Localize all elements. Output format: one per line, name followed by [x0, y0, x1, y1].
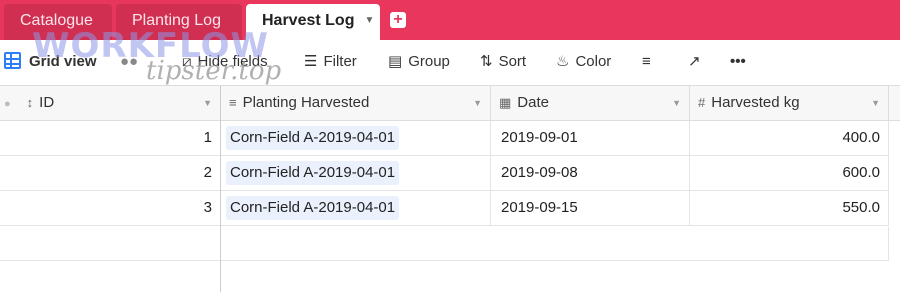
sort-icon: ⇅: [480, 53, 493, 70]
column-header-date[interactable]: ▦ Date ▼: [491, 86, 690, 121]
cell-harvested-kg[interactable]: 550.0: [690, 191, 889, 226]
column-title: ID: [39, 94, 55, 111]
frozen-column-divider: [220, 86, 221, 292]
view-toolbar: Grid view ●● ⧄ Hide fields ☰ Filter ▤ Group…: [0, 40, 900, 86]
cell-date[interactable]: 2019-09-08: [491, 156, 690, 191]
calendar-icon: ▦: [499, 95, 512, 110]
linked-record-chip[interactable]: Corn-Field A-2019-04-01: [226, 126, 400, 150]
filter-label: Filter: [323, 53, 357, 70]
add-field-button[interactable]: [889, 86, 900, 121]
cell-date[interactable]: 2019-09-01: [491, 121, 690, 156]
more-options-button[interactable]: •••: [730, 40, 746, 84]
cell-planting-harvested[interactable]: Corn-Field A-2019-04-01: [221, 156, 491, 191]
cell-id[interactable]: 3: [0, 191, 221, 226]
filter-icon: ☰: [304, 53, 318, 70]
hide-fields-icon: ⧄: [182, 53, 192, 70]
chevron-down-icon[interactable]: ▼: [871, 86, 880, 120]
chevron-down-icon[interactable]: ▼: [672, 86, 681, 120]
grid-view-button[interactable]: Grid view: [4, 40, 97, 84]
chevron-down-icon[interactable]: ▼: [364, 15, 374, 26]
cell-harvested-kg[interactable]: 600.0: [690, 156, 889, 191]
cell-planting-harvested[interactable]: Corn-Field A-2019-04-01: [221, 121, 491, 156]
hide-fields-button[interactable]: ⧄ Hide fields: [182, 40, 268, 84]
sort-button[interactable]: ⇅ Sort: [480, 40, 526, 84]
tab-catalogue[interactable]: Catalogue: [4, 4, 112, 40]
row-height-button[interactable]: ≡: [642, 40, 657, 84]
grid-view-label: Grid view: [29, 53, 97, 70]
tab-bar: Catalogue Planting Log Harvest Log ▼ +: [0, 0, 900, 40]
column-title: Planting Harvested: [242, 94, 370, 111]
paint-bucket-icon: ♨: [556, 53, 570, 70]
color-button[interactable]: ♨ Color: [556, 40, 611, 84]
linked-record-chip[interactable]: Corn-Field A-2019-04-01: [226, 161, 400, 185]
group-label: Group: [408, 53, 450, 70]
column-title: Harvested kg: [711, 94, 800, 111]
chevron-down-icon[interactable]: ▼: [473, 86, 482, 120]
cell-date[interactable]: 2019-09-15: [491, 191, 690, 226]
add-row-area[interactable]: [221, 227, 889, 261]
collaborators-icon[interactable]: ●●: [120, 40, 138, 84]
column-header-harvested-kg[interactable]: # Harvested kg ▼: [690, 86, 889, 121]
sort-label: Sort: [498, 53, 527, 70]
linked-record-chip[interactable]: Corn-Field A-2019-04-01: [226, 196, 400, 220]
grid-view-icon: [4, 52, 21, 69]
column-title: Date: [517, 94, 549, 111]
add-row-area[interactable]: [0, 227, 221, 261]
cell-harvested-kg[interactable]: 400.0: [690, 121, 889, 156]
cell-id[interactable]: 2: [0, 156, 221, 191]
tab-label: Planting Log: [132, 12, 221, 29]
column-header-id[interactable]: ● ↕ ID ▼: [0, 86, 221, 121]
group-button[interactable]: ▤ Group: [388, 40, 450, 84]
data-grid: ● ↕ ID ▼ ≡ Planting Harvested ▼ ▦ Date ▼ # Harve…: [0, 86, 900, 292]
linked-record-icon: ≡: [229, 95, 237, 110]
more-icon: •••: [730, 53, 746, 70]
tab-planting-log[interactable]: Planting Log: [116, 4, 242, 40]
number-icon: #: [698, 95, 706, 110]
external-link-icon: ↗: [688, 53, 701, 70]
share-view-button[interactable]: ↗: [688, 40, 707, 84]
group-icon: ▤: [388, 53, 403, 70]
row-height-icon: ≡: [642, 53, 651, 70]
filter-button[interactable]: ☰ Filter: [304, 40, 357, 84]
color-label: Color: [575, 53, 612, 70]
chevron-down-icon[interactable]: ▼: [203, 86, 212, 120]
autonumber-icon: ↕: [26, 95, 34, 110]
column-header-planting-harvested[interactable]: ≡ Planting Harvested ▼: [221, 86, 491, 121]
tab-label: Catalogue: [20, 12, 93, 29]
add-table-icon[interactable]: +: [390, 12, 406, 28]
hide-fields-label: Hide fields: [197, 53, 268, 70]
tab-harvest-log[interactable]: Harvest Log ▼: [246, 4, 380, 40]
tab-label: Harvest Log: [262, 12, 355, 30]
lock-icon: ●: [4, 98, 11, 110]
cell-planting-harvested[interactable]: Corn-Field A-2019-04-01: [221, 191, 491, 226]
cell-id[interactable]: 1: [0, 121, 221, 156]
